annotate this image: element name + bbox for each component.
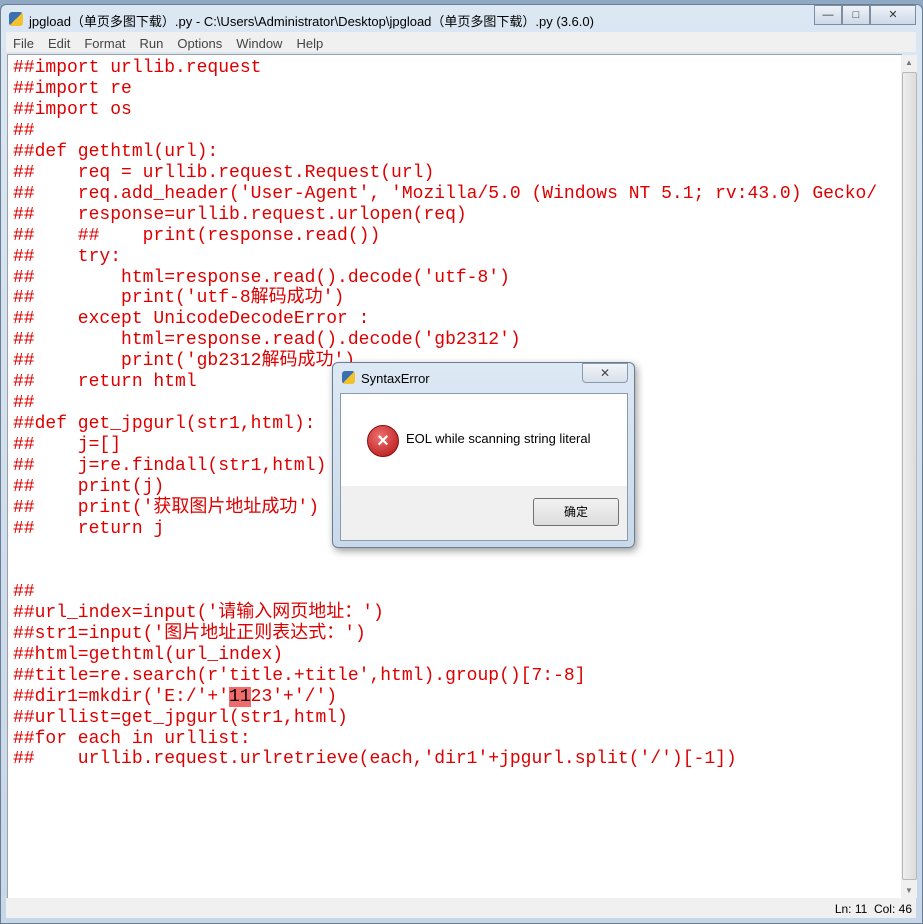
code-line: ## except UnicodeDecodeError : [13,309,370,330]
code-line: ##def gethtml(url): [13,141,219,162]
code-line: ## j=re.findall(str1,html) [13,456,327,477]
code-line: ## j=[] [13,435,122,456]
scroll-up-icon[interactable]: ▲ [901,58,917,67]
vertical-scrollbar[interactable]: ▲ ▼ [901,55,917,898]
status-bar: Ln: 11 Col: 46 [6,898,916,918]
menu-format[interactable]: Format [77,32,132,52]
code-line: ## [13,581,35,602]
code-line: ##for each in urllist: [13,728,251,749]
menu-bar: File Edit Format Run Options Window Help [6,32,916,52]
code-line: ## ## print(response.read()) [13,225,381,246]
dialog-close-button[interactable]: ✕ [582,363,628,383]
code-line: ##url_index=input('请输入网页地址：') [13,602,384,623]
code-line: ## html=response.read().decode('gb2312') [13,330,521,351]
code-line-error: ##dir1=mkdir('E:/'+'1123'+'/') [13,686,338,707]
code-line: ## req.add_header('User-Agent', 'Mozilla… [13,183,878,204]
error-highlight: 11 [229,686,251,707]
python-icon [342,371,355,384]
ok-button[interactable]: 确定 [533,498,619,526]
cursor-position: Ln: 11 Col: 46 [834,902,912,916]
menu-window[interactable]: Window [229,32,289,52]
dialog-title: SyntaxError [361,371,430,386]
menu-help[interactable]: Help [289,32,330,52]
error-icon: × [367,425,399,457]
python-file-icon [9,12,23,26]
code-line: ##def get_jpgurl(str1,html): [13,414,316,435]
code-line: ## print('utf-8解码成功') [13,288,345,309]
code-line: ##import urllib.request [13,58,262,78]
code-line: ## urllib.request.urlretrieve(each,'dir1… [13,749,737,770]
code-line: ##import os [13,99,132,120]
window-title: jpgload（单页多图下载）.py - C:\Users\Administra… [29,14,594,29]
code-line: ##html=gethtml(url_index) [13,644,284,665]
syntax-error-dialog: SyntaxError ✕ × EOL while scanning strin… [332,362,635,548]
code-line: ##str1=input('图片地址正则表达式：') [13,623,366,644]
code-line: ## response=urllib.request.urlopen(req) [13,204,467,225]
menu-file[interactable]: File [6,32,41,52]
code-line: ##urllist=get_jpgurl(str1,html) [13,707,348,728]
code-line: ## return j [13,518,165,539]
code-line: ## print(j) [13,477,165,498]
code-line: ## try: [13,246,122,267]
code-line: ##title=re.search(r'title.+title',html).… [13,665,586,686]
code-line: ## [13,120,35,141]
menu-run[interactable]: Run [133,32,171,52]
code-line: ## [13,393,35,414]
scroll-down-icon[interactable]: ▼ [901,886,917,895]
code-line: ## return html [13,372,197,393]
code-line: ## html=response.read().decode('utf-8') [13,267,510,288]
menu-options[interactable]: Options [170,32,229,52]
code-line: ## print('gb2312解码成功') [13,351,356,372]
code-line: ## req = urllib.request.Request(url) [13,162,435,183]
close-button[interactable]: ✕ [870,5,916,25]
error-message: EOL while scanning string literal [406,431,591,446]
minimize-button[interactable]: — [814,5,842,25]
code-line: ## print('获取图片地址成功') [13,498,320,519]
code-line: ##import re [13,78,132,99]
scrollbar-thumb[interactable] [902,72,917,880]
maximize-button[interactable]: □ [842,5,870,25]
menu-edit[interactable]: Edit [41,32,77,52]
